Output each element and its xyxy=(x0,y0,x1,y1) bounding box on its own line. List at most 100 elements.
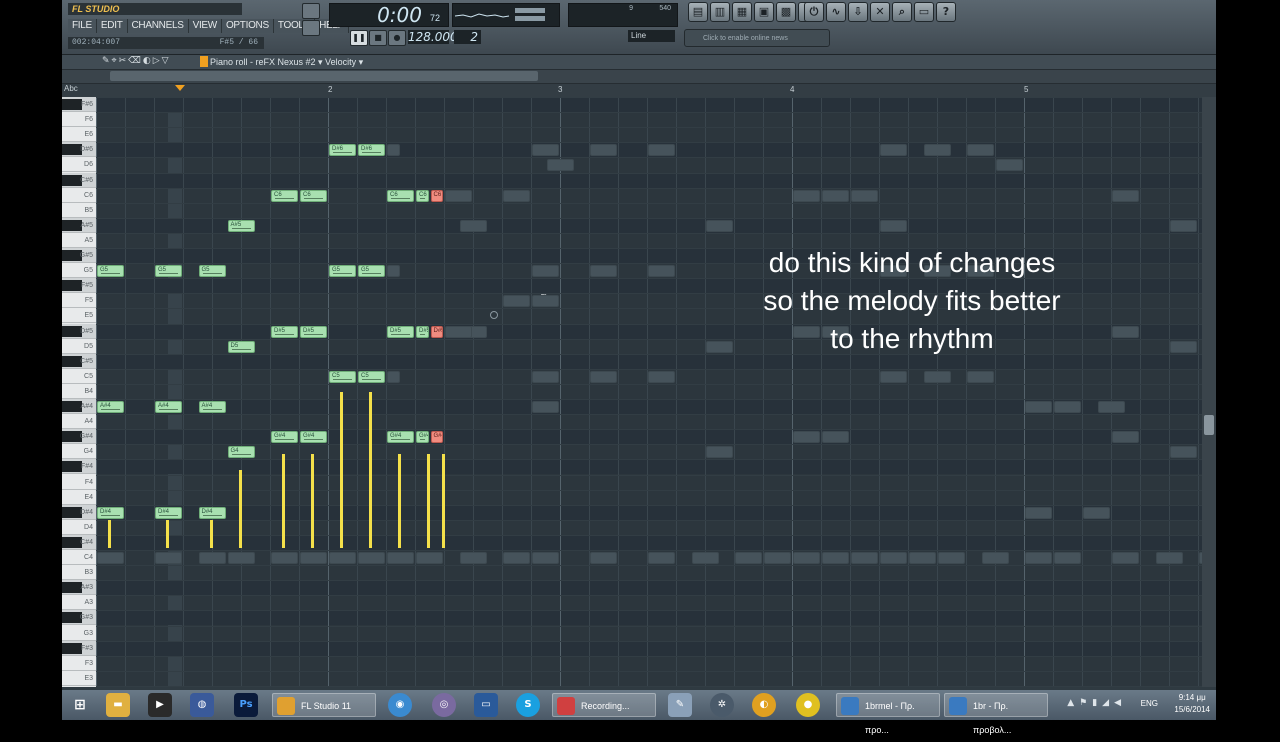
wave-icon[interactable]: ∿ xyxy=(826,2,846,22)
note[interactable]: G5 xyxy=(358,265,385,278)
piano-key[interactable]: A#4 xyxy=(62,399,96,414)
film-reel-icon[interactable]: ✲ xyxy=(710,693,734,717)
playlist-icon[interactable]: ▤ xyxy=(688,2,708,22)
step-seq-icon[interactable]: ▦ xyxy=(732,2,752,22)
note[interactable]: A#4 xyxy=(198,401,226,413)
note[interactable]: G#4 xyxy=(300,431,327,444)
piano-key[interactable]: D4 xyxy=(62,520,96,535)
note[interactable]: G5 xyxy=(329,265,356,278)
save-icon[interactable]: ▭ xyxy=(914,2,934,22)
snap-selector[interactable]: Line xyxy=(628,30,675,42)
piano-key[interactable]: F#3 xyxy=(62,640,96,656)
menu-file[interactable]: FILE xyxy=(68,19,97,33)
note[interactable]: A#5 xyxy=(227,219,255,232)
note[interactable]: G5 xyxy=(198,265,226,278)
note[interactable]: C5 xyxy=(329,370,356,383)
piano-key[interactable]: F5 xyxy=(62,293,96,309)
piano-keyboard[interactable]: F#6 F6 E6 D#6 D6 C#6 C6 B5 A#5 A5 G#5 G5 F#5 F5 E5 D#5 D… xyxy=(62,97,96,687)
velocity-bar[interactable] xyxy=(311,454,314,548)
piano-key[interactable]: B3 xyxy=(62,565,96,581)
menu-channels[interactable]: CHANNELS xyxy=(127,19,189,33)
fl-badge-icon[interactable]: ◉ xyxy=(388,693,412,717)
piano-key[interactable]: E3 xyxy=(62,671,96,686)
note-names-toggle[interactable]: Abc xyxy=(64,84,78,93)
note[interactable]: D#5 xyxy=(271,325,298,338)
piano-key[interactable]: F3 xyxy=(62,656,96,671)
velocity-bar[interactable] xyxy=(108,519,111,548)
piano-roll-menu-arrow[interactable] xyxy=(200,56,208,67)
globe-icon[interactable]: ◍ xyxy=(190,693,214,717)
paint-icon[interactable]: ✎ xyxy=(668,693,692,717)
piano-key[interactable]: C4 xyxy=(62,550,96,565)
note[interactable]: A#4 xyxy=(97,401,124,413)
search-icon[interactable]: ⌕ xyxy=(892,2,912,22)
stop-button[interactable]: ■ xyxy=(369,30,387,46)
scroll-thumb[interactable] xyxy=(110,71,538,81)
piano-key[interactable]: A#3 xyxy=(62,580,96,596)
browser-icon[interactable]: ▣ xyxy=(754,2,774,22)
pattern-display[interactable]: 2 xyxy=(454,30,481,44)
piano-key[interactable]: D#5 xyxy=(62,323,96,339)
note[interactable]: C6 xyxy=(271,189,298,202)
menu-options[interactable]: OPTIONS xyxy=(221,19,274,33)
note[interactable]: D#5 xyxy=(387,325,414,338)
piano-key[interactable]: G3 xyxy=(62,626,96,641)
piano-key[interactable]: D#4 xyxy=(62,504,96,520)
piano-roll-icon[interactable]: ▥ xyxy=(710,2,730,22)
piano-key[interactable]: G#5 xyxy=(62,248,96,263)
pat-song-toggle[interactable] xyxy=(302,3,320,19)
piano-key[interactable]: F6 xyxy=(62,112,96,128)
online-news-bar[interactable]: Click to enable online news xyxy=(684,29,830,47)
timeline-ruler[interactable]: Abc 2 3 4 5 xyxy=(62,84,1216,98)
piano-key[interactable]: E6 xyxy=(62,127,96,143)
language-indicator[interactable]: ENG xyxy=(1141,699,1158,708)
note[interactable]: G#4 xyxy=(416,431,429,444)
velocity-bar[interactable] xyxy=(398,454,401,548)
piano-key[interactable]: D5 xyxy=(62,339,96,354)
piano-key[interactable]: A5 xyxy=(62,233,96,248)
playhead-marker[interactable] xyxy=(175,85,185,91)
menu-edit[interactable]: EDIT xyxy=(96,19,128,33)
velocity-bar[interactable] xyxy=(282,454,285,548)
piano-roll-tools[interactable]: ✎⌖✂⌫◐▷▽ xyxy=(102,56,171,66)
note[interactable]: C6 xyxy=(430,189,443,202)
piano-key[interactable]: D6 xyxy=(62,157,96,173)
note[interactable]: D#4 xyxy=(198,506,226,519)
menu-view[interactable]: VIEW xyxy=(188,19,222,33)
tools-icon[interactable]: ✕ xyxy=(870,2,890,22)
note[interactable]: D5 xyxy=(227,340,255,353)
download-icon[interactable]: ⇩ xyxy=(848,2,868,22)
note-grid[interactable]: ✎ G5A#4D#4G5A#4D#4G5A#4D#4A#5D5G4C6D#5G#… xyxy=(96,97,1202,687)
note[interactable]: D#6 xyxy=(329,144,356,157)
skype-icon[interactable]: S xyxy=(516,693,540,717)
taskbar-doc-1[interactable]: 1brmel - Πρ. προ... xyxy=(836,693,940,735)
piano-key[interactable]: A4 xyxy=(62,414,96,430)
velocity-bar[interactable] xyxy=(238,470,242,548)
note[interactable]: D#4 xyxy=(97,506,124,519)
note[interactable]: D#6 xyxy=(358,144,385,157)
piano-key[interactable]: A3 xyxy=(62,595,96,611)
song-time-display[interactable]: 0:00 72 xyxy=(329,3,449,27)
piano-roll-title[interactable]: Piano roll - reFX Nexus #2 ▾ Velocity ▾ xyxy=(210,55,363,69)
piano-key[interactable]: F4 xyxy=(62,475,96,490)
velocity-bar[interactable] xyxy=(427,454,430,548)
velocity-bar[interactable] xyxy=(340,392,343,548)
note[interactable]: D#5 xyxy=(300,325,327,338)
media-player-icon[interactable]: ◎ xyxy=(432,693,456,717)
piano-key[interactable]: C#6 xyxy=(62,172,96,188)
browser-app-icon[interactable]: ◐ xyxy=(752,693,776,717)
note[interactable]: C6 xyxy=(416,189,429,202)
record-options-button[interactable] xyxy=(302,20,320,36)
photoshop-icon[interactable]: Ps xyxy=(234,693,258,717)
note[interactable]: D#4 xyxy=(155,506,182,519)
media-icon[interactable]: ▶ xyxy=(148,693,172,717)
velocity-bar[interactable] xyxy=(441,454,445,548)
note[interactable]: G#4 xyxy=(271,431,298,444)
piano-key[interactable]: F#4 xyxy=(62,459,96,475)
taskbar-doc-2[interactable]: 1br - Πρ. προβολ... xyxy=(944,693,1048,735)
tempo-display[interactable]: 128.000 xyxy=(408,30,458,44)
tray-icons[interactable]: ▲⚑▮◢◀ xyxy=(1067,698,1126,708)
taskbar-recording[interactable]: Recording... xyxy=(552,693,656,717)
note[interactable]: G#4 xyxy=(387,431,414,444)
monitor-icon[interactable]: ▭ xyxy=(474,693,498,717)
